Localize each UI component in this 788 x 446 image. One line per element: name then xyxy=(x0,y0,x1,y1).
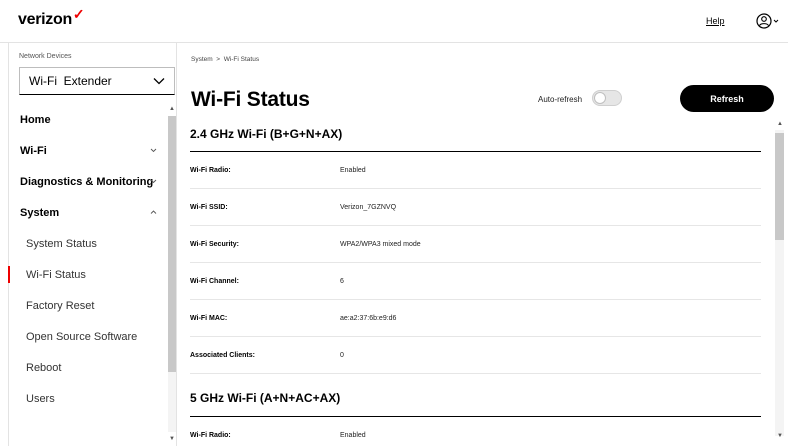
scroll-up-arrow-icon[interactable]: ▲ xyxy=(777,121,783,127)
help-link[interactable]: Help xyxy=(706,16,725,26)
sidebar-item-label: Factory Reset xyxy=(26,299,95,312)
logo-text: verizon xyxy=(18,11,72,28)
toggle-knob xyxy=(594,92,606,104)
row-label: Wi-Fi MAC: xyxy=(190,315,228,322)
chevron-down-icon xyxy=(153,78,165,85)
network-device-select[interactable]: Wi-Fi Extender xyxy=(19,67,175,95)
sidebar-item-label: Home xyxy=(20,113,51,126)
scroll-down-arrow-icon[interactable]: ▼ xyxy=(169,436,175,442)
sidebar-item-label: System xyxy=(20,206,60,219)
status-row-wifi-radio: Wi-Fi Radio: Enabled xyxy=(190,152,761,189)
sidebar-item-label: System Status xyxy=(26,237,97,250)
sidebar-item-system[interactable]: System xyxy=(9,197,167,228)
breadcrumb: System > Wi-Fi Status xyxy=(191,56,260,63)
sidebar-item-label: Reboot xyxy=(26,361,62,374)
logo-check-icon: ✓ xyxy=(72,6,85,22)
sidebar-item-factory-reset[interactable]: Factory Reset xyxy=(9,290,167,321)
network-devices-label: Network Devices xyxy=(19,53,72,60)
sidebar-nav: Home Wi-Fi Diagnostics & Monitoring Syst… xyxy=(8,104,167,414)
row-label: Wi-Fi Radio: xyxy=(190,167,231,174)
sidebar-item-label: Wi-Fi Status xyxy=(26,268,86,281)
account-circle-icon xyxy=(756,13,779,29)
scrollbar-thumb[interactable] xyxy=(168,116,176,372)
chevron-down-icon xyxy=(150,179,157,184)
page-title: Wi-Fi Status xyxy=(191,88,310,111)
status-row-wifi-security: Wi-Fi Security: WPA2/WPA3 mixed mode xyxy=(190,226,761,263)
sidebar-item-reboot[interactable]: Reboot xyxy=(9,352,167,383)
sidebar-scrollbar[interactable]: ▲ ▼ xyxy=(167,104,177,446)
chevron-up-icon xyxy=(150,210,157,214)
row-label: Wi-Fi Security: xyxy=(190,241,239,248)
wifi-status-content: 2.4 GHz Wi-Fi (B+G+N+AX) Wi-Fi Radio: En… xyxy=(178,115,776,446)
sidebar-item-label: Diagnostics & Monitoring xyxy=(20,175,154,188)
status-row-wifi-mac: Wi-Fi MAC: ae:a2:37:6b:e9:d6 xyxy=(190,300,761,337)
row-value: Enabled xyxy=(340,167,366,174)
sidebar-item-wifi[interactable]: Wi-Fi xyxy=(9,135,167,166)
sidebar-item-wifi-status[interactable]: Wi-Fi Status xyxy=(8,259,167,290)
sidebar-item-users[interactable]: Users xyxy=(9,383,167,414)
network-device-selected-value: Wi-Fi Extender xyxy=(29,74,112,88)
section-title-5ghz: 5 GHz Wi-Fi (A+N+AC+AX) xyxy=(190,391,341,405)
scrollbar-thumb[interactable] xyxy=(775,133,784,240)
row-label: Wi-Fi SSID: xyxy=(190,204,228,211)
sidebar-item-system-status[interactable]: System Status xyxy=(9,228,167,259)
row-value: 0 xyxy=(340,352,344,359)
auto-refresh-label: Auto-refresh xyxy=(538,95,583,104)
scroll-down-arrow-icon[interactable]: ▼ xyxy=(777,433,783,439)
sidebar: Network Devices Wi-Fi Extender Home Wi-F… xyxy=(8,43,177,446)
content-scrollbar[interactable]: ▲ ▼ xyxy=(774,120,785,446)
sidebar-item-label: Open Source Software xyxy=(26,330,138,343)
chevron-down-icon xyxy=(773,19,779,23)
sidebar-item-home[interactable]: Home xyxy=(9,104,167,135)
auto-refresh-toggle[interactable] xyxy=(592,90,622,106)
refresh-button[interactable]: Refresh xyxy=(680,85,774,112)
sidebar-item-label: Users xyxy=(26,392,55,405)
scroll-up-arrow-icon[interactable]: ▲ xyxy=(169,106,175,112)
row-label: Associated Clients: xyxy=(190,352,255,359)
sidebar-item-diagnostics-monitoring[interactable]: Diagnostics & Monitoring xyxy=(9,166,167,197)
chevron-down-icon xyxy=(150,148,157,153)
status-row-wifi-channel: Wi-Fi Channel: 6 xyxy=(190,263,761,300)
row-value: ae:a2:37:6b:e9:d6 xyxy=(340,315,397,322)
row-value: Verizon_7GZNVQ xyxy=(340,204,397,211)
row-value: Enabled xyxy=(340,432,366,439)
row-label: Wi-Fi Channel: xyxy=(190,278,239,285)
row-value: 6 xyxy=(340,278,344,285)
top-header: verizon✓ Help xyxy=(0,0,788,43)
status-row-wifi-ssid: Wi-Fi SSID: Verizon_7GZNVQ xyxy=(190,189,761,226)
section-title-2-4ghz: 2.4 GHz Wi-Fi (B+G+N+AX) xyxy=(190,127,343,141)
account-menu-button[interactable] xyxy=(755,11,781,31)
sidebar-item-label: Wi-Fi xyxy=(20,144,47,157)
row-value: WPA2/WPA3 mixed mode xyxy=(340,241,421,248)
row-label: Wi-Fi Radio: xyxy=(190,432,231,439)
status-row-wifi-radio-5ghz: Wi-Fi Radio: Enabled xyxy=(190,417,761,446)
verizon-logo[interactable]: verizon✓ xyxy=(18,6,85,29)
status-row-associated-clients: Associated Clients: 0 xyxy=(190,337,761,374)
sidebar-item-open-source-software[interactable]: Open Source Software xyxy=(9,321,167,352)
